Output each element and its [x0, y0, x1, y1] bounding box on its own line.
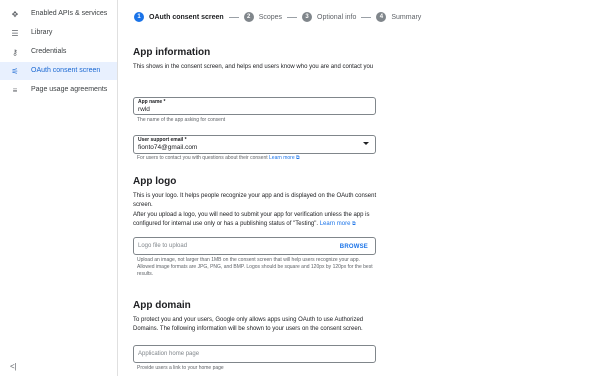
sidebar-item-oauth-consent[interactable]: ⚟ OAuth consent screen — [0, 62, 117, 80]
sidebar-item-label: Page usage agreements — [31, 86, 108, 93]
sidebar-item-label: Library — [31, 29, 53, 36]
app-name-hint: The name of the app asking for consent — [137, 117, 226, 123]
sidebar-item-credentials[interactable]: ⚷ Credentials — [0, 43, 117, 61]
consent-form: App information This shows in the consen… — [133, 0, 383, 376]
sidebar-item-enabled-apis[interactable]: ✥ Enabled APIs & services — [0, 5, 117, 23]
app-logo-verification-note: After you upload a logo, you will need t… — [133, 211, 383, 229]
support-email-select[interactable]: User support email * fionto74@gmail.com — [133, 135, 376, 154]
key-icon: ⚷ — [12, 47, 18, 57]
sidebar-item-label: Credentials — [31, 48, 67, 55]
app-name-label: App name * — [138, 99, 166, 105]
sidebar-item-page-usage[interactable]: ≡ Page usage agreements — [0, 81, 117, 99]
step-label: Summary — [391, 13, 422, 21]
home-page-placeholder: Application home page — [138, 351, 200, 357]
support-email-learn-more-link[interactable]: Learn more — [269, 155, 295, 161]
section-title-app-domain: App domain — [133, 300, 191, 311]
sidebar-item-library[interactable]: ☰ Library — [0, 24, 117, 42]
external-link-icon: ⧉ — [352, 221, 356, 227]
sidebar-item-label: Enabled APIs & services — [31, 10, 108, 17]
app-logo-description: This is your logo. It helps people recog… — [133, 193, 377, 208]
logo-file-input[interactable]: Logo file to upload BROWSE — [133, 237, 376, 255]
section-title-app-information: App information — [133, 47, 211, 58]
app-domain-description: To protect you and your users, Google on… — [133, 317, 364, 332]
home-page-field[interactable]: Application home page — [133, 345, 376, 363]
home-page-hint: Provide users a link to your home page — [137, 365, 224, 371]
collapse-sidebar-icon[interactable]: <| — [10, 362, 17, 371]
apis-icon: ✥ — [11, 9, 19, 19]
support-email-hint: For users to contact you with questions … — [137, 155, 377, 162]
dropdown-arrow-icon — [363, 142, 369, 145]
app-name-field[interactable]: App name * rwld — [133, 97, 376, 115]
sidebar: ✥ Enabled APIs & services ☰ Library ⚷ Cr… — [0, 0, 118, 376]
sidebar-item-label: OAuth consent screen — [31, 67, 101, 74]
section-title-app-logo: App logo — [133, 176, 177, 187]
support-email-value: fionto74@gmail.com — [138, 144, 198, 151]
support-email-hint-text: For users to contact you with questions … — [137, 155, 268, 161]
step-summary[interactable]: 4 Summary — [376, 12, 421, 22]
browse-button[interactable]: BROWSE — [340, 244, 368, 250]
external-link-icon: ⧉ — [296, 155, 300, 161]
consent-icon: ⚟ — [11, 66, 19, 76]
app-information-description: This shows in the consent screen, and he… — [133, 64, 374, 70]
agreements-icon: ≡ — [12, 85, 18, 95]
app-logo-learn-more-link[interactable]: Learn more — [320, 221, 351, 227]
logo-file-placeholder: Logo file to upload — [138, 243, 188, 249]
library-icon: ☰ — [11, 28, 19, 38]
support-email-label: User support email * — [138, 137, 187, 143]
logo-upload-hint: Upload an image, not larger than 1MB on … — [137, 257, 373, 277]
app-name-value: rwld — [138, 106, 150, 113]
